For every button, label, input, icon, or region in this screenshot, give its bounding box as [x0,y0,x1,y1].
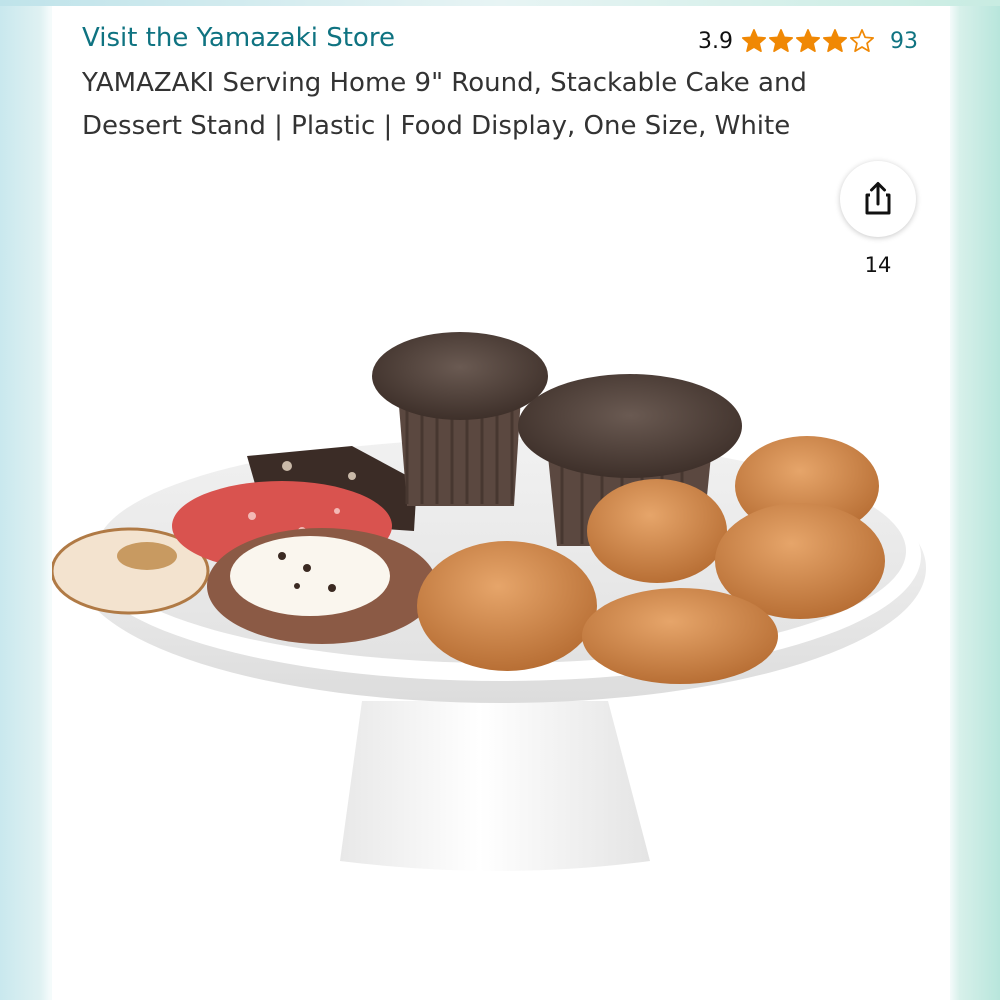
star-partial-icon [822,29,848,53]
share-button[interactable] [840,161,916,237]
share-count: 14 [864,253,892,277]
star-full-icon [741,29,767,53]
star-rating[interactable] [741,28,876,54]
product-card: Visit the Yamazaki Store 3.9 93 YAMAZAKI… [52,6,950,1000]
product-title: YAMAZAKI Serving Home 9" Round, Stackabl… [82,68,807,141]
star-full-icon [795,29,821,53]
star-empty-icon [849,29,875,53]
visit-store-link[interactable]: Visit the Yamazaki Store [82,20,395,56]
product-image[interactable] [52,306,950,926]
rating-count-link[interactable]: 93 [890,29,918,54]
rating-value: 3.9 [698,28,733,54]
rating-summary[interactable]: 3.9 93 [698,24,918,58]
star-full-icon [768,29,794,53]
share-icon [865,182,891,215]
